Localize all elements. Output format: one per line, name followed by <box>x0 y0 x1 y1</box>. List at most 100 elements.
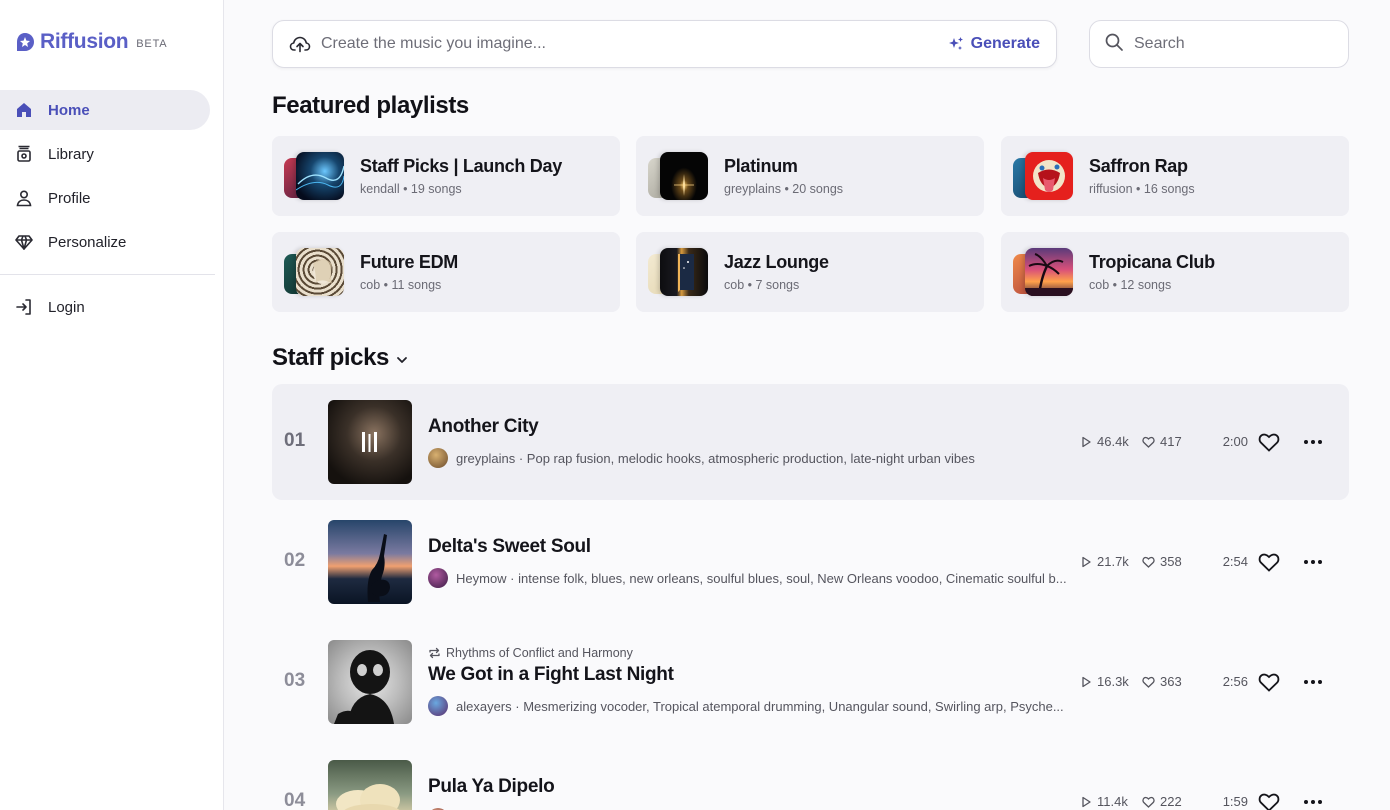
track-context-label: Rhythms of Conflict and Harmony <box>446 646 633 660</box>
play-icon <box>1082 676 1091 687</box>
avatar[interactable] <box>428 448 448 468</box>
staff-picks-title[interactable]: Staff picks <box>272 344 409 372</box>
playlist-card[interactable]: Tropicana Club cob • 12 songs <box>1001 232 1349 312</box>
search-input[interactable]: Search <box>1134 35 1185 53</box>
avatar[interactable] <box>428 568 448 588</box>
home-icon <box>14 100 34 120</box>
playlist-card[interactable]: Staff Picks | Launch Day kendall • 19 so… <box>272 136 620 216</box>
avatar[interactable] <box>428 696 448 716</box>
sidebar-nav: Home Library Profile Personalize <box>0 90 224 266</box>
playlist-card[interactable]: Jazz Lounge cob • 7 songs <box>636 232 984 312</box>
more-options-button[interactable] <box>1300 669 1326 695</box>
chevron-down-icon <box>395 353 409 367</box>
like-count: 222 <box>1142 794 1202 809</box>
sidebar: Riffusion BETA Home Library Profile Pers… <box>0 0 224 810</box>
track-artwork[interactable] <box>328 640 412 724</box>
brand-logo[interactable]: Riffusion BETA <box>14 28 167 56</box>
like-button[interactable] <box>1256 669 1282 695</box>
playlist-artwork <box>648 248 708 296</box>
playlist-title: Jazz Lounge <box>724 252 829 272</box>
track-description: alexayers · Mesmerizing vocoder, Tropica… <box>456 698 1064 714</box>
profile-icon <box>14 188 34 208</box>
heart-icon <box>1258 433 1280 452</box>
playlist-subtitle: riffusion • 16 songs <box>1089 182 1195 196</box>
track-number: 03 <box>284 670 306 691</box>
playlist-title: Saffron Rap <box>1089 156 1188 176</box>
heart-small-icon <box>1142 796 1155 808</box>
sidebar-item-library[interactable]: Library <box>0 134 210 174</box>
beta-badge: BETA <box>136 38 168 50</box>
playlist-artwork <box>648 152 708 200</box>
generate-button[interactable]: Generate <box>948 35 1040 53</box>
track-duration: 2:54 <box>1222 554 1248 569</box>
playlist-subtitle: cob • 7 songs <box>724 278 800 292</box>
playlist-title: Staff Picks | Launch Day <box>360 156 562 176</box>
login-label: Login <box>48 298 85 316</box>
track-title[interactable]: Pula Ya Dipelo <box>428 776 1068 798</box>
login-icon <box>14 297 34 317</box>
playlist-card[interactable]: Future EDM cob • 11 songs <box>272 232 620 312</box>
like-button[interactable] <box>1256 789 1282 810</box>
library-icon <box>14 144 34 164</box>
track-artwork[interactable] <box>328 400 412 484</box>
track-row[interactable]: 04 Pula Ya Dipelo 11.4k 222 1:59 <box>272 744 1349 810</box>
playlist-card[interactable]: Saffron Rap riffusion • 16 songs <box>1001 136 1349 216</box>
track-row[interactable]: 02 Delta's Sweet Soul Heymow · intense f… <box>272 504 1349 620</box>
search-icon <box>1104 32 1124 57</box>
play-count: 21.7k <box>1080 554 1140 569</box>
track-row[interactable]: 03 Rhythms of Conflict and Harmony We Go… <box>272 624 1349 740</box>
more-options-button[interactable] <box>1300 429 1326 455</box>
track-number: 04 <box>284 790 306 810</box>
like-count: 358 <box>1142 554 1202 569</box>
like-count: 363 <box>1142 674 1202 689</box>
more-options-button[interactable] <box>1300 549 1326 575</box>
more-horizontal-icon <box>1304 800 1322 804</box>
track-title[interactable]: We Got in a Fight Last Night <box>428 664 1068 686</box>
staff-picks-label: Staff picks <box>272 344 389 371</box>
playlist-title: Platinum <box>724 156 798 176</box>
login-button[interactable]: Login <box>0 287 210 327</box>
playlist-card[interactable]: Platinum greyplains • 20 songs <box>636 136 984 216</box>
heart-small-icon <box>1142 676 1155 688</box>
prompt-bar[interactable]: Create the music you imagine... Generate <box>272 20 1057 68</box>
play-count: 11.4k <box>1080 794 1140 809</box>
more-options-button[interactable] <box>1300 789 1326 810</box>
more-horizontal-icon <box>1304 680 1322 684</box>
upload-cloud-icon[interactable] <box>289 33 311 55</box>
sidebar-item-home[interactable]: Home <box>0 90 210 130</box>
track-artwork[interactable] <box>328 520 412 604</box>
play-count: 46.4k <box>1080 434 1140 449</box>
playlist-artwork <box>1013 248 1073 296</box>
sparkle-icon <box>948 36 964 52</box>
like-button[interactable] <box>1256 549 1282 575</box>
sidebar-item-profile[interactable]: Profile <box>0 178 210 218</box>
like-button[interactable] <box>1256 429 1282 455</box>
heart-icon <box>1258 793 1280 810</box>
track-duration: 2:56 <box>1222 674 1248 689</box>
play-icon <box>1082 436 1091 447</box>
track-context[interactable]: Rhythms of Conflict and Harmony <box>428 646 1068 660</box>
play-icon <box>1082 796 1091 807</box>
track-duration: 2:00 <box>1222 434 1248 449</box>
prompt-input[interactable]: Create the music you imagine... <box>321 35 948 53</box>
riffusion-logo-icon <box>17 33 34 51</box>
track-artwork[interactable] <box>328 760 412 810</box>
playlist-title: Tropicana Club <box>1089 252 1215 272</box>
remix-icon <box>428 647 441 659</box>
playlist-artwork <box>284 152 344 200</box>
play-count: 16.3k <box>1080 674 1140 689</box>
sidebar-item-label: Profile <box>48 189 91 207</box>
pause-icon[interactable] <box>328 400 412 484</box>
track-row[interactable]: 01 Another City greyplains · Pop rap fus… <box>272 384 1349 500</box>
search-box[interactable]: Search <box>1089 20 1349 68</box>
sidebar-item-label: Library <box>48 145 94 163</box>
brand-name: Riffusion <box>40 30 129 53</box>
track-number: 02 <box>284 550 306 571</box>
playlist-artwork <box>1013 152 1073 200</box>
sidebar-divider <box>0 274 215 275</box>
sidebar-item-personalize[interactable]: Personalize <box>0 222 210 262</box>
track-title[interactable]: Another City <box>428 416 1068 438</box>
track-title[interactable]: Delta's Sweet Soul <box>428 536 1068 558</box>
sidebar-item-label: Personalize <box>48 233 127 251</box>
heart-icon <box>1258 673 1280 692</box>
